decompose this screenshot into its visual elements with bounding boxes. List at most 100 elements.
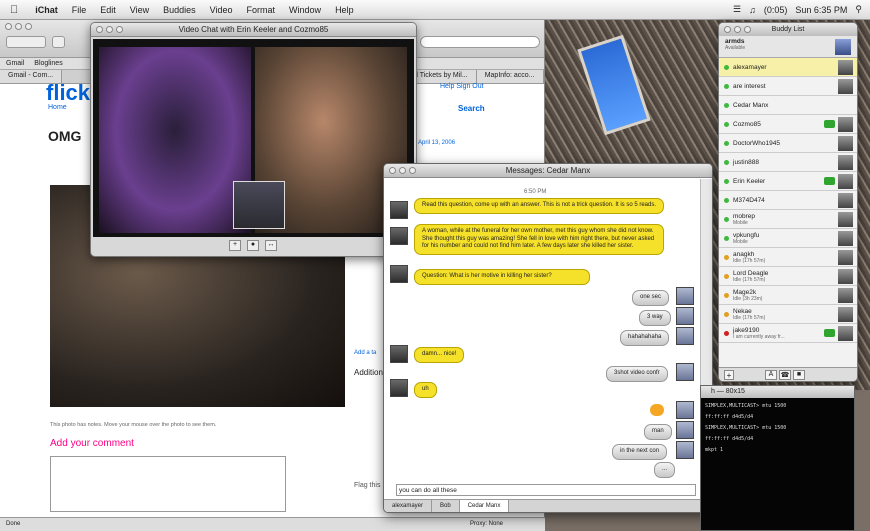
buddy-row[interactable]: Nekae Idle (17h 57m) bbox=[719, 305, 857, 324]
window-controls[interactable] bbox=[724, 26, 751, 33]
buddy-row[interactable]: Erin Keeler bbox=[719, 172, 857, 191]
message-bubble: one sec bbox=[632, 290, 670, 306]
chat-tab-bob[interactable]: Bob bbox=[432, 500, 460, 512]
nav-home[interactable]: Home bbox=[48, 104, 67, 111]
video-stage bbox=[93, 39, 414, 237]
bookmark-gmail[interactable]: Gmail bbox=[6, 60, 24, 67]
audio-chat-button[interactable]: ☎ bbox=[779, 370, 791, 380]
self-preview-video[interactable] bbox=[233, 181, 285, 229]
avatar bbox=[838, 288, 853, 303]
idle-status-icon bbox=[724, 273, 729, 279]
menu-buddies[interactable]: Buddies bbox=[156, 5, 203, 15]
address-field[interactable] bbox=[420, 36, 540, 48]
video-camera-icon[interactable] bbox=[824, 120, 835, 128]
buddy-row[interactable]: jake9190 I am currently away fr... bbox=[719, 324, 857, 343]
online-status-icon bbox=[724, 64, 729, 70]
buddy-name-text: Nekae bbox=[733, 307, 752, 315]
message-bubble: 3 way bbox=[639, 310, 671, 326]
avatar bbox=[838, 250, 853, 265]
buddy-row[interactable]: alexamayer bbox=[719, 58, 857, 77]
message-input[interactable]: you can do all these bbox=[396, 484, 696, 496]
menu-edit[interactable]: Edit bbox=[93, 5, 123, 15]
terminal-output[interactable]: SIMPLEX,MULTICAST> mtu 1500 ff:ff:ff d4d… bbox=[701, 398, 854, 459]
volume-icon[interactable]: ♫ bbox=[749, 5, 756, 15]
online-status-icon bbox=[724, 140, 729, 146]
video-camera-icon[interactable] bbox=[824, 177, 835, 185]
buddy-status-text: Idle (17h 57m) bbox=[733, 276, 766, 283]
buddy-name-text: anagkh bbox=[733, 250, 755, 258]
window-controls[interactable] bbox=[389, 167, 416, 174]
avatar bbox=[390, 227, 408, 245]
buddy-row[interactable]: justin888 bbox=[719, 153, 857, 172]
terminal-line: SIMPLEX,MULTICAST> mtu 1500 bbox=[705, 403, 787, 409]
window-controls[interactable] bbox=[96, 26, 123, 33]
buddy-row[interactable]: Mage2k Idle (3h 23m) bbox=[719, 286, 857, 305]
buddy-row[interactable]: Cedar Manx bbox=[719, 96, 857, 115]
terminal-window: h — 80x15 SIMPLEX,MULTICAST> mtu 1500 ff… bbox=[700, 385, 855, 531]
buddy-row[interactable]: DoctorWho1945 bbox=[719, 134, 857, 153]
comment-textarea[interactable] bbox=[50, 456, 286, 512]
buddy-row[interactable]: anagkh Idle (17h 57m) bbox=[719, 248, 857, 267]
buddy-name: justin888 bbox=[733, 158, 760, 166]
buddy-name: DoctorWho1945 bbox=[733, 139, 780, 147]
app-menu[interactable]: iChat bbox=[28, 5, 65, 15]
terminal-line: ff:ff:ff d4d5/d4 bbox=[705, 436, 754, 442]
battery-status[interactable]: (0:05) bbox=[764, 5, 788, 15]
menu-video[interactable]: Video bbox=[203, 5, 240, 15]
my-avatar[interactable] bbox=[835, 39, 851, 55]
buddy-row[interactable]: Lord Deagle Idle (17h 57m) bbox=[719, 267, 857, 286]
add-comment-heading: Add your comment bbox=[50, 438, 134, 449]
buddy-status-text: Mobile bbox=[733, 219, 748, 226]
avatar bbox=[838, 79, 853, 94]
menu-file[interactable]: File bbox=[65, 5, 94, 15]
apple-menu-icon[interactable]:  bbox=[0, 4, 28, 16]
buddy-name: Cozmo85 bbox=[733, 120, 761, 128]
menu-help[interactable]: Help bbox=[328, 5, 361, 15]
clock[interactable]: Sun 6:35 PM bbox=[795, 5, 847, 15]
proxy-status[interactable]: Proxy: None bbox=[470, 521, 503, 527]
add-buddy-button[interactable]: + bbox=[724, 370, 734, 380]
video-chat-button[interactable]: ■ bbox=[793, 370, 805, 380]
buddy-row[interactable]: are interest bbox=[719, 77, 857, 96]
menu-view[interactable]: View bbox=[123, 5, 156, 15]
tab-mapinfo[interactable]: MapInfo: acco... bbox=[476, 70, 544, 83]
avatar bbox=[838, 117, 853, 132]
my-availability[interactable]: Available bbox=[725, 45, 851, 51]
video-camera-icon[interactable] bbox=[824, 329, 835, 337]
bookmark-bloglines[interactable]: Bloglines bbox=[34, 60, 62, 67]
flag-link[interactable]: Flag this bbox=[354, 482, 380, 489]
participant-video-left bbox=[99, 47, 251, 233]
photo-date[interactable]: April 13, 2006 bbox=[418, 140, 455, 146]
messages-title: Messages: Cedar Manx bbox=[384, 164, 712, 178]
fullscreen-button[interactable]: ↔ bbox=[265, 240, 277, 251]
menu-format[interactable]: Format bbox=[240, 5, 283, 15]
back-forward-buttons[interactable] bbox=[6, 36, 46, 48]
chat-tab-alexamayer[interactable]: alexamayer bbox=[384, 500, 433, 512]
menu-window[interactable]: Window bbox=[282, 5, 328, 15]
reload-button[interactable] bbox=[52, 36, 65, 48]
buddy-row[interactable]: vpkungfu Mobile bbox=[719, 229, 857, 248]
add-tag-link[interactable]: Add a ta bbox=[354, 350, 376, 356]
avatar bbox=[390, 345, 408, 363]
buddy-name-text: jake9190 bbox=[733, 326, 760, 334]
buddy-row[interactable]: mobrep Mobile bbox=[719, 210, 857, 229]
header-links[interactable]: Help Sign Out bbox=[440, 83, 484, 90]
message-bubble: uh bbox=[414, 382, 437, 398]
video-chat-title: Video Chat with Erin Keeler and Cozmo85 bbox=[91, 23, 416, 37]
text-chat-button[interactable]: A bbox=[765, 370, 777, 380]
flickr-logo[interactable]: flick bbox=[46, 80, 90, 106]
search-link[interactable]: Search bbox=[458, 104, 485, 113]
avatar bbox=[838, 269, 853, 284]
buddy-row[interactable]: Cozmo85 bbox=[719, 115, 857, 134]
terminal-title: h — 80x15 bbox=[701, 386, 854, 398]
add-participant-button[interactable]: + bbox=[229, 240, 241, 251]
spotlight-icon[interactable]: ⚲ bbox=[855, 4, 862, 15]
chat-tab-cedar-manx[interactable]: Cedar Manx bbox=[459, 500, 510, 512]
avatar bbox=[390, 379, 408, 397]
avatar bbox=[390, 201, 408, 219]
wifi-icon[interactable]: ☰ bbox=[733, 4, 741, 15]
window-controls[interactable] bbox=[5, 23, 32, 30]
buddy-name: mobrep Mobile bbox=[733, 213, 755, 226]
buddy-row[interactable]: M374D474 bbox=[719, 191, 857, 210]
mute-button[interactable]: ● bbox=[247, 240, 259, 251]
